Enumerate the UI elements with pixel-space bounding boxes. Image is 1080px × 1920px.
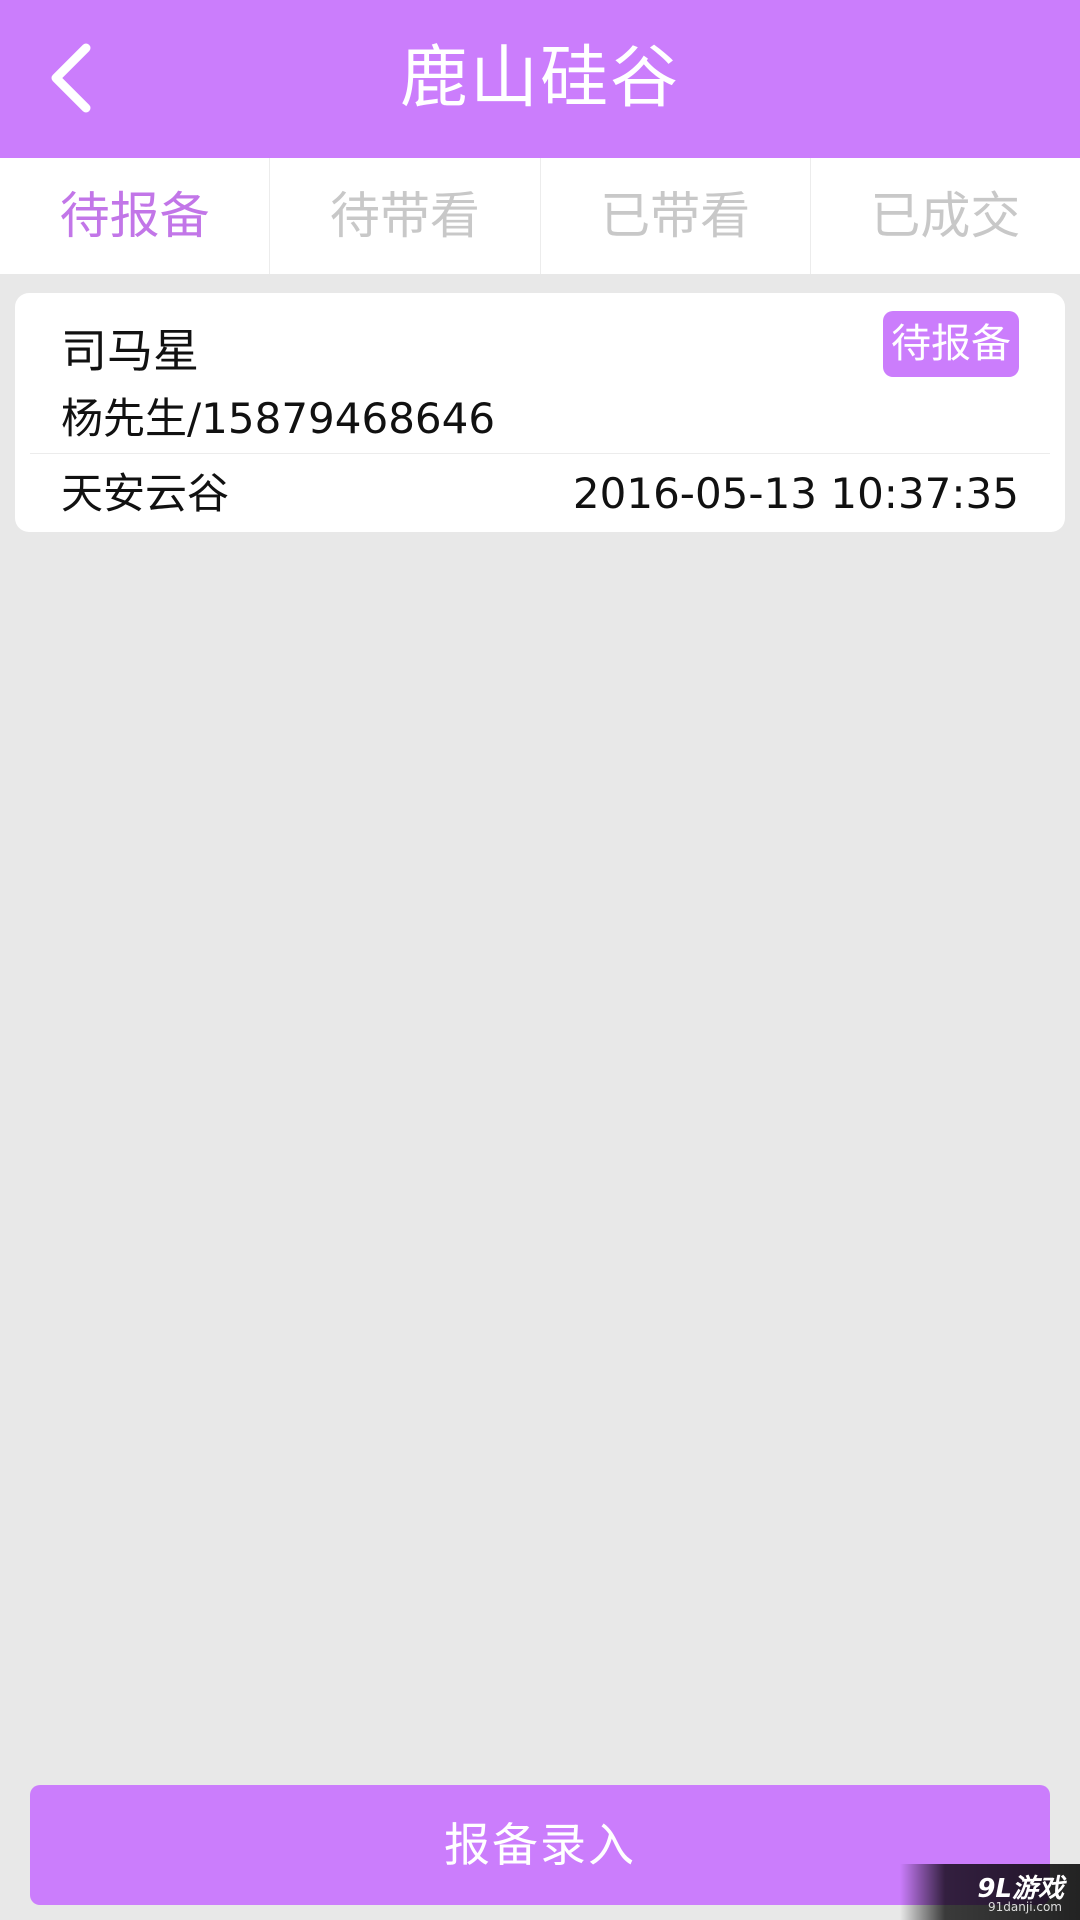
back-button[interactable] [40, 38, 110, 118]
tab-pending-viewing[interactable]: 待带看 [270, 158, 541, 274]
tab-closed-deal[interactable]: 已成交 [811, 158, 1080, 274]
tab-viewed[interactable]: 已带看 [541, 158, 811, 274]
report-entry-button[interactable]: 报备录入 [30, 1785, 1050, 1905]
card-divider [30, 453, 1050, 454]
page-title: 鹿山硅谷 [399, 39, 680, 118]
chevron-left-icon [51, 43, 91, 113]
report-card[interactable]: 司马星 待报备 杨先生/15879468646 天安云谷 2016-05-13 … [15, 293, 1065, 532]
watermark-logo: 9L游戏 91danji.com [900, 1864, 1080, 1920]
status-badge: 待报备 [883, 311, 1019, 377]
watermark-sub: 91danji.com [988, 1900, 1062, 1914]
app-header: 鹿山硅谷 [0, 0, 1080, 158]
page: 鹿山硅谷 待报备 待带看 已带看 已成交 司马星 待报备 杨先生/1587946… [0, 0, 1080, 1920]
report-time: 2016-05-13 10:37:35 [572, 469, 1019, 518]
tab-pending-report[interactable]: 待报备 [0, 158, 271, 274]
customer-name: 司马星 [61, 324, 199, 378]
project-name: 天安云谷 [61, 469, 230, 518]
contact-info: 杨先生/15879468646 [61, 394, 496, 443]
status-tabs: 待报备 待带看 已带看 已成交 [0, 158, 1080, 274]
